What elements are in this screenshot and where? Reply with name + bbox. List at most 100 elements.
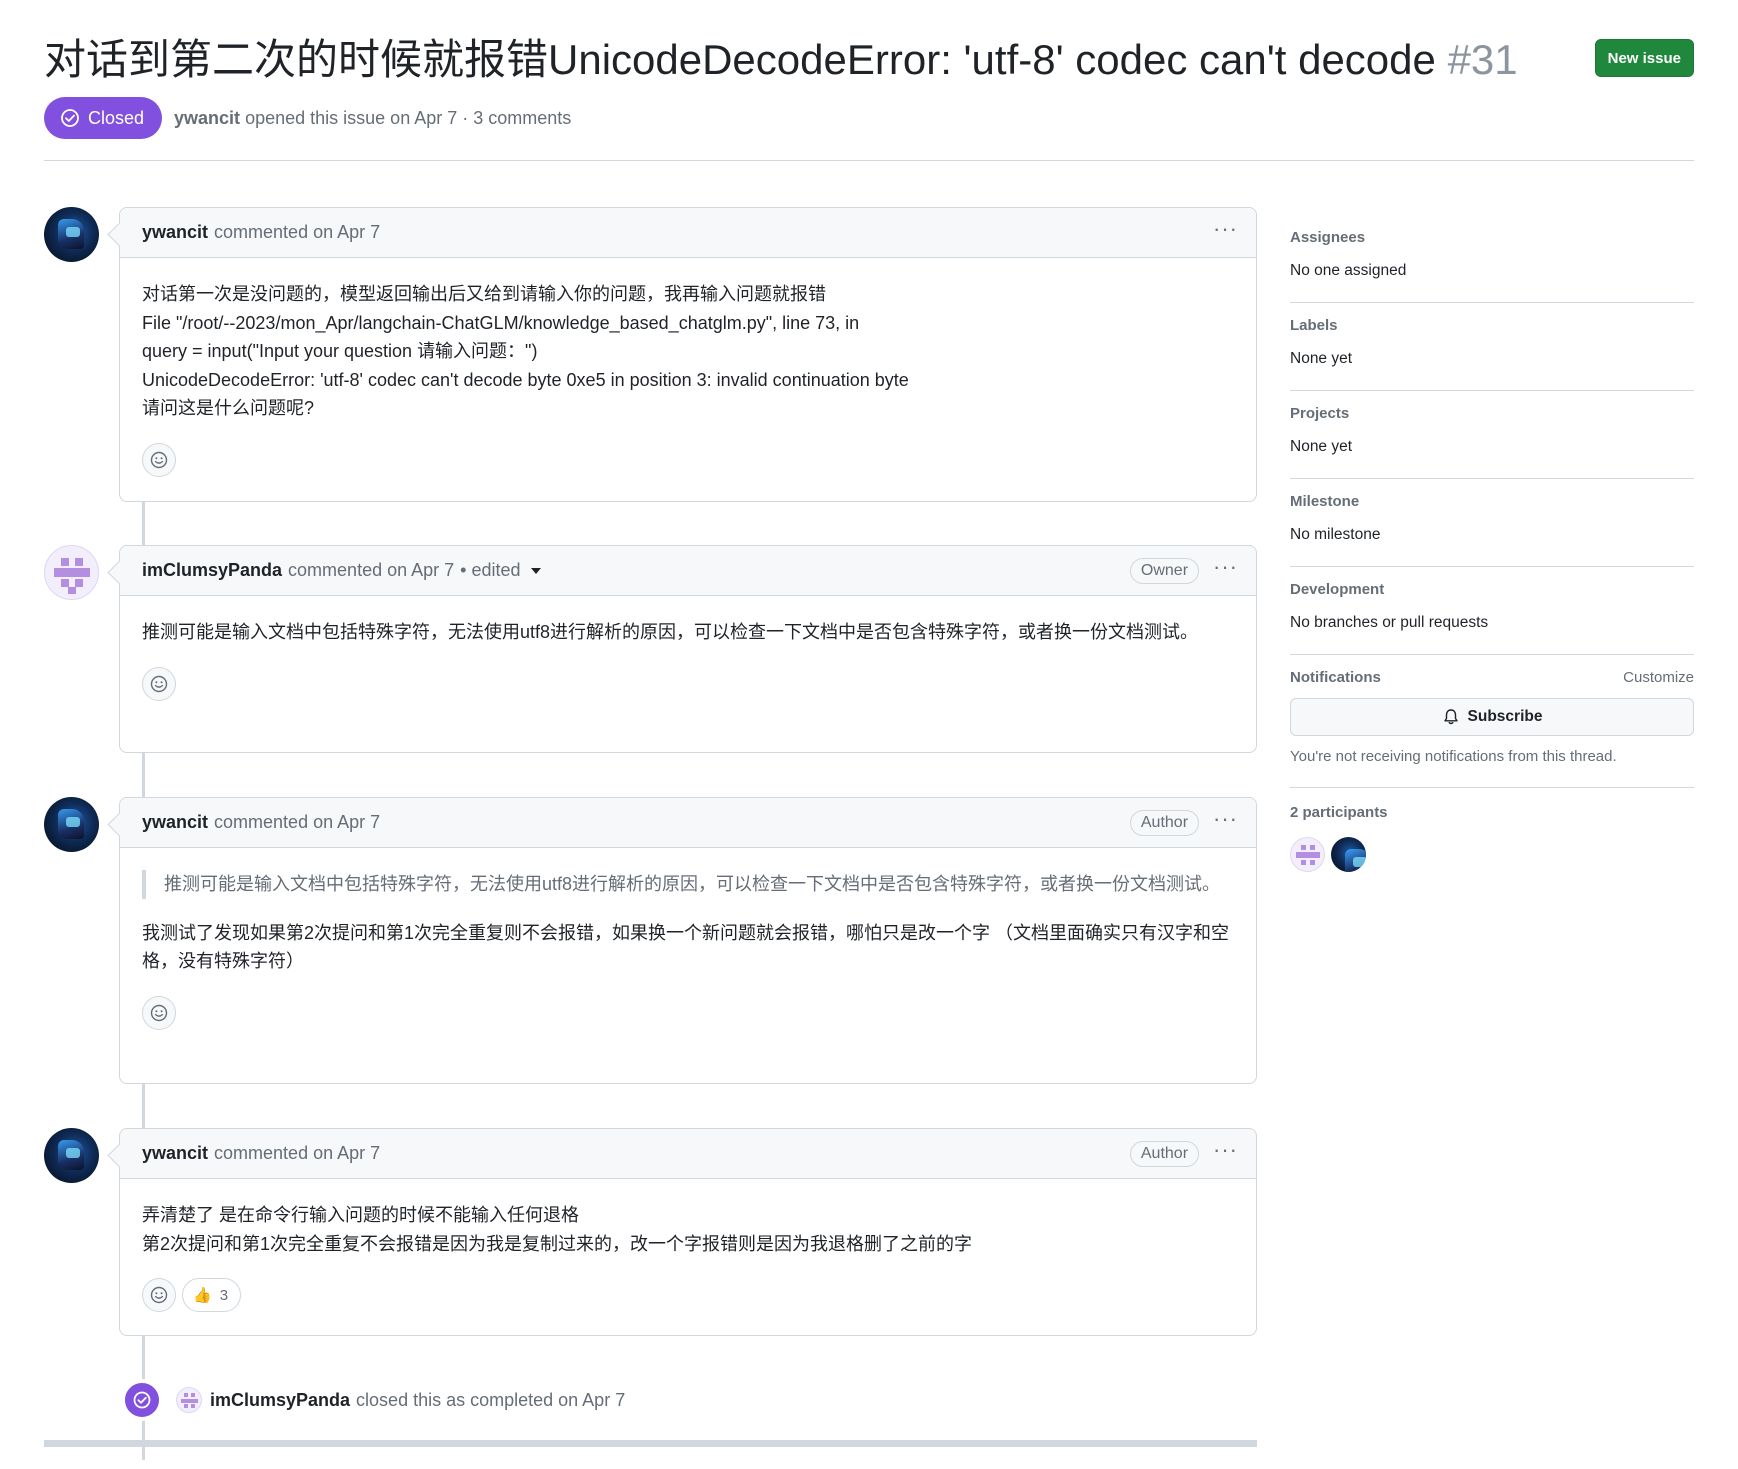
check-circle-icon [61,109,79,127]
comment-author[interactable]: ywancit [142,1143,208,1164]
smiley-icon [150,451,168,468]
comment-line: 第2次提问和第1次完全重复不会报错是因为我是复制过来的，改一个字报错则是因为我退… [142,1233,973,1254]
projects-value: None yet [1290,438,1353,455]
sidebar-assignees: Assignees No one assigned [1290,215,1694,303]
closed-event-icon [122,1380,162,1420]
comment-header-actions: ··· [1213,208,1238,258]
notifications-row: Notifications Customize [1290,669,1694,686]
avatar-imclumsypanda-small[interactable] [176,1387,202,1413]
smiley-icon [150,675,168,692]
comment-header: imClumsyPanda commented on Apr 7 • edite… [120,546,1256,596]
assignees-heading[interactable]: Assignees [1290,229,1694,246]
comment-author[interactable]: ywancit [142,812,208,833]
new-issue-button[interactable]: New issue [1594,39,1694,77]
labels-heading[interactable]: Labels [1290,317,1694,334]
more-options-icon[interactable]: ··· [1213,218,1238,242]
participant-avatar-imclumsypanda[interactable] [1290,837,1325,872]
comment-line: query = input("Input your question 请输入问题… [142,341,538,361]
comment-author[interactable]: imClumsyPanda [142,560,282,581]
comment-header: ywancit commented on Apr 7 Author ··· [120,798,1256,848]
add-reaction-button[interactable] [142,666,176,701]
comment-body: 推测可能是输入文档中包括特殊字符，无法使用utf8进行解析的原因，可以检查一下文… [120,848,1256,976]
sidebar-development: Development No branches or pull requests [1290,567,1694,655]
event-actor[interactable]: imClumsyPanda [210,1390,350,1411]
participants-list [1290,837,1694,872]
reactions-bar: 👍 3 [120,1258,1256,1334]
notifications-note: You're not receiving notifications from … [1290,748,1617,765]
thumbs-up-reaction[interactable]: 👍 3 [182,1278,242,1312]
owner-badge: Owner [1129,558,1200,584]
issue-number: #31 [1447,36,1518,83]
development-heading[interactable]: Development [1290,581,1694,598]
issue-author-link[interactable]: ywancit [174,108,240,128]
comment-line: File "/root/--2023/mon_Apr/langchain-Cha… [142,312,860,333]
issue-title-text: 对话到第二次的时候就报错UnicodeDecodeError: 'utf-8' … [44,36,1436,83]
comment-text: 推测可能是输入文档中包括特殊字符，无法使用utf8进行解析的原因，可以检查一下文… [142,622,1199,642]
reactions-bar [120,647,1256,723]
timeline-bottom-divider [44,1440,1257,1447]
edited-label: • edited [460,560,521,580]
blockquote: 推测可能是输入文档中包括特殊字符，无法使用utf8进行解析的原因，可以检查一下文… [142,870,1234,899]
development-value: No branches or pull requests [1290,614,1489,631]
chevron-down-icon [530,568,541,575]
comment-header-actions: Author ··· [1129,1129,1238,1179]
more-options-icon[interactable]: ··· [1213,556,1238,580]
avatar-imclumsypanda[interactable] [44,545,99,600]
author-badge: Author [1129,1141,1200,1167]
issue-sidebar: Assignees No one assigned Labels None ye… [1290,215,1694,872]
more-options-icon[interactable]: ··· [1213,808,1238,832]
comment-1: ywancit commented on Apr 7 ··· 对话第一次是没问题… [119,207,1257,502]
projects-heading[interactable]: Projects [1290,405,1694,422]
avatar-ywancit[interactable] [44,207,99,262]
sidebar-milestone: Milestone No milestone [1290,479,1694,567]
comment-author[interactable]: ywancit [142,222,208,243]
event-text: closed this as completed on Apr 7 [356,1389,626,1410]
edited-dropdown[interactable]: • edited [460,560,541,581]
comment-timestamp[interactable]: commented on Apr 7 [288,560,454,581]
labels-value: None yet [1290,350,1353,367]
avatar-ywancit[interactable] [44,1128,99,1183]
header-divider [44,160,1694,161]
comment-header-actions: Author ··· [1129,798,1238,848]
participant-avatar-ywancit[interactable] [1331,837,1366,872]
subscribe-button[interactable]: Subscribe [1290,698,1694,736]
comment-3: ywancit commented on Apr 7 Author ··· 推测… [119,797,1257,1084]
comment-2: imClumsyPanda commented on Apr 7 • edite… [119,545,1257,753]
sidebar-labels: Labels None yet [1290,303,1694,391]
bell-icon [1443,709,1458,725]
comment-body: 弄清楚了 是在命令行输入问题的时候不能输入任何退格 第2次提问和第1次完全重复不… [120,1179,1256,1258]
reactions-bar [120,423,1256,499]
state-label: Closed [88,107,145,128]
add-reaction-button[interactable] [142,442,176,477]
comment-line: 请问这是什么问题呢? [142,398,315,418]
avatar-ywancit[interactable] [44,797,99,852]
comment-header-actions: Owner ··· [1129,546,1238,596]
issue-meta: Closed ywancit opened this issue on Apr … [44,97,571,139]
issue-opened-text: opened this issue on Apr 7 · 3 comments [245,107,572,128]
closed-event: imClumsyPanda closed this as completed o… [122,1380,625,1420]
milestone-heading[interactable]: Milestone [1290,493,1694,510]
reactions-bar [120,976,1256,1052]
comment-line: UnicodeDecodeError: 'utf-8' codec can't … [142,369,909,390]
sidebar-notifications: Notifications Customize Subscribe You're… [1290,655,1694,788]
subscribe-label: Subscribe [1467,708,1543,725]
comment-header: ywancit commented on Apr 7 ··· [120,208,1256,258]
comment-timestamp[interactable]: commented on Apr 7 [214,812,380,833]
comment-4: ywancit commented on Apr 7 Author ··· 弄清… [119,1128,1257,1336]
comment-timestamp[interactable]: commented on Apr 7 [214,1143,380,1164]
customize-link[interactable]: Customize [1623,669,1694,686]
closed-state-badge: Closed [44,97,163,139]
comment-timestamp[interactable]: commented on Apr 7 [214,222,380,243]
smiley-icon [150,1004,168,1021]
notifications-heading: Notifications [1290,669,1381,686]
comment-body: 对话第一次是没问题的，模型返回输出后又给到请输入你的问题，我再输入问题就报错 F… [120,258,1256,423]
comment-text: 我测试了发现如果第2次提问和第1次完全重复则不会报错，如果换一个新问题就会报错，… [142,922,1230,972]
author-badge: Author [1129,810,1200,836]
comment-body: 推测可能是输入文档中包括特殊字符，无法使用utf8进行解析的原因，可以检查一下文… [120,596,1256,647]
more-options-icon[interactable]: ··· [1213,1139,1238,1163]
issue-meta-text: ywancit opened this issue on Apr 7 · 3 c… [174,108,571,129]
add-reaction-button[interactable] [142,1278,176,1312]
add-reaction-button[interactable] [142,995,176,1030]
comment-header: ywancit commented on Apr 7 Author ··· [120,1129,1256,1179]
milestone-value: No milestone [1290,526,1381,543]
